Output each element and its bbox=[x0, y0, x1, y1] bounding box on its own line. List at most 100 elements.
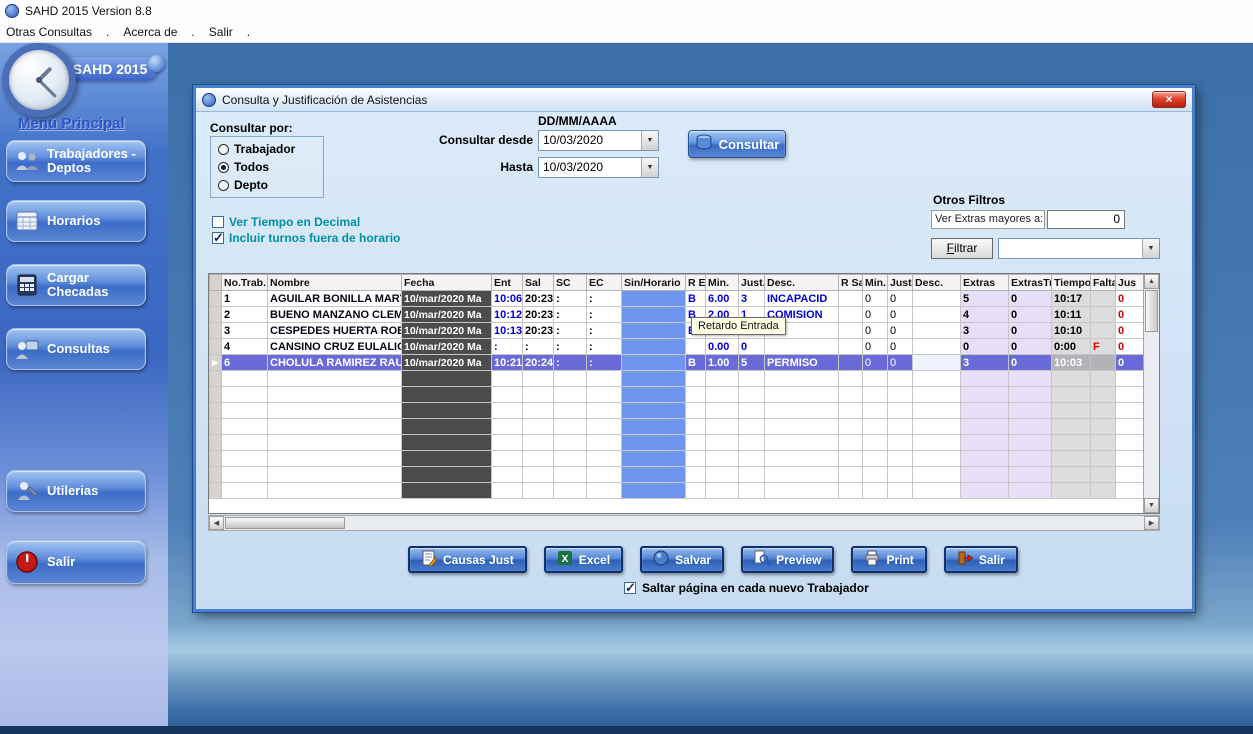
grid-cell[interactable]: 0.00 bbox=[706, 339, 739, 355]
menu-salir[interactable]: Salir bbox=[209, 25, 233, 39]
grid-column-header[interactable]: Min. bbox=[706, 275, 739, 291]
grid-cell[interactable]: B bbox=[686, 355, 706, 371]
sidebar-item-salir[interactable]: Salir bbox=[6, 540, 146, 584]
menu-otras-consultas[interactable]: Otras Consultas bbox=[6, 25, 92, 39]
row-selector[interactable] bbox=[210, 339, 222, 355]
checkbox-incluir-turnos[interactable]: Incluir turnos fuera de horario bbox=[212, 231, 400, 245]
grid-cell[interactable] bbox=[686, 339, 706, 355]
scroll-left-icon[interactable]: ◀ bbox=[209, 516, 224, 530]
grid-cell[interactable]: : bbox=[554, 291, 587, 307]
grid-cell[interactable]: AGUILAR BONILLA MARY bbox=[268, 291, 402, 307]
grid-cell[interactable]: 5 bbox=[739, 355, 765, 371]
grid-cell[interactable] bbox=[1091, 307, 1116, 323]
grid-cell[interactable]: : bbox=[523, 339, 554, 355]
grid-column-header[interactable]: Min. bbox=[863, 275, 888, 291]
grid-cell[interactable]: 0 bbox=[1009, 355, 1052, 371]
sidebar-item-cargar-checadas[interactable]: Cargar Checadas bbox=[6, 264, 146, 306]
grid-cell[interactable]: 20:23 bbox=[523, 291, 554, 307]
checkbox-ver-tiempo-decimal[interactable]: Ver Tiempo en Decimal bbox=[212, 215, 360, 229]
grid-cell[interactable]: CHOLULA RAMIREZ RAU bbox=[268, 355, 402, 371]
grid-cell[interactable]: B bbox=[686, 291, 706, 307]
chevron-down-icon[interactable]: ▼ bbox=[641, 131, 658, 150]
causas-just-button[interactable]: Causas Just bbox=[408, 546, 527, 573]
extras-mayores-input[interactable]: 0 bbox=[1047, 210, 1125, 229]
grid-cell[interactable]: 0 bbox=[1116, 307, 1146, 323]
sidebar-item-trabajadores[interactable]: Trabajadores - Deptos bbox=[6, 140, 146, 182]
grid-cell[interactable]: 10:03 bbox=[1052, 355, 1091, 371]
grid-cell[interactable]: 4 bbox=[222, 339, 268, 355]
grid-cell[interactable]: 10:13 bbox=[492, 323, 523, 339]
grid-cell[interactable]: : bbox=[587, 323, 622, 339]
grid-cell[interactable]: 10/mar/2020 Ma bbox=[402, 339, 492, 355]
grid-cell[interactable]: : bbox=[492, 339, 523, 355]
grid-cell[interactable]: : bbox=[554, 339, 587, 355]
grid-cell[interactable] bbox=[839, 307, 863, 323]
horizontal-scroll-thumb[interactable] bbox=[225, 517, 345, 529]
grid-cell[interactable]: : bbox=[587, 339, 622, 355]
grid-column-header[interactable]: EC bbox=[587, 275, 622, 291]
grid-cell[interactable]: 0 bbox=[863, 339, 888, 355]
grid-cell[interactable]: 0 bbox=[888, 355, 913, 371]
checkbox-saltar-pagina[interactable]: Saltar página en cada nuevo Trabajador bbox=[624, 581, 869, 595]
radio-trabajador[interactable]: Trabajador bbox=[218, 142, 316, 156]
grid-cell[interactable]: 0 bbox=[1009, 339, 1052, 355]
grid-cell[interactable]: 10:17 bbox=[1052, 291, 1091, 307]
radio-depto[interactable]: Depto bbox=[218, 178, 316, 192]
scroll-up-icon[interactable]: ▲ bbox=[1144, 274, 1159, 289]
grid-cell[interactable]: 0 bbox=[1116, 291, 1146, 307]
radio-icon[interactable] bbox=[218, 162, 229, 173]
grid-cell[interactable]: 1.00 bbox=[706, 355, 739, 371]
grid-cell[interactable]: 10:12 bbox=[492, 307, 523, 323]
grid-vertical-scrollbar[interactable]: ▲ ▼ bbox=[1143, 274, 1159, 513]
grid-column-header[interactable]: Jus bbox=[1116, 275, 1146, 291]
grid-cell[interactable] bbox=[622, 323, 686, 339]
grid-cell[interactable]: : bbox=[587, 291, 622, 307]
grid-cell[interactable] bbox=[622, 355, 686, 371]
grid-cell[interactable]: 6 bbox=[222, 355, 268, 371]
grid-cell[interactable] bbox=[622, 307, 686, 323]
grid-cell[interactable]: 0 bbox=[888, 291, 913, 307]
grid-column-header[interactable]: Just bbox=[888, 275, 913, 291]
salvar-button[interactable]: Salvar bbox=[640, 546, 724, 573]
chevron-down-icon[interactable]: ▼ bbox=[1142, 239, 1159, 258]
grid-cell[interactable]: 6.00 bbox=[706, 291, 739, 307]
grid-cell[interactable]: 10:21 bbox=[492, 355, 523, 371]
grid-cell[interactable] bbox=[622, 291, 686, 307]
grid-cell[interactable] bbox=[839, 323, 863, 339]
excel-button[interactable]: X Excel bbox=[544, 546, 623, 573]
grid-column-header[interactable]: SC bbox=[554, 275, 587, 291]
grid-cell[interactable]: 0 bbox=[1009, 323, 1052, 339]
grid-cell[interactable] bbox=[913, 291, 961, 307]
grid-cell[interactable]: BUENO MANZANO CLEME bbox=[268, 307, 402, 323]
row-selector[interactable] bbox=[210, 323, 222, 339]
grid-cell[interactable]: 10/mar/2020 Ma bbox=[402, 323, 492, 339]
grid-cell[interactable]: PERMISO bbox=[765, 355, 839, 371]
grid-column-header[interactable]: ExtrasTriple bbox=[1009, 275, 1052, 291]
grid-cell[interactable]: 0 bbox=[739, 339, 765, 355]
preview-button[interactable]: Preview bbox=[741, 546, 834, 573]
grid-cell[interactable]: 10:10 bbox=[1052, 323, 1091, 339]
grid-cell[interactable]: 2 bbox=[222, 307, 268, 323]
grid-cell[interactable] bbox=[765, 339, 839, 355]
grid-cell[interactable]: 3 bbox=[739, 291, 765, 307]
grid-cell[interactable] bbox=[1091, 291, 1116, 307]
grid-cell[interactable]: 0 bbox=[1009, 307, 1052, 323]
grid-cell[interactable]: : bbox=[587, 355, 622, 371]
grid-cell[interactable] bbox=[913, 339, 961, 355]
grid-row[interactable]: ▶6CHOLULA RAMIREZ RAU10/mar/2020 Ma10:21… bbox=[210, 355, 1146, 371]
vertical-scroll-thumb[interactable] bbox=[1145, 290, 1158, 332]
grid-row[interactable]: 2BUENO MANZANO CLEME10/mar/2020 Ma10:122… bbox=[210, 307, 1146, 323]
radio-icon[interactable] bbox=[218, 180, 229, 191]
grid-cell[interactable] bbox=[839, 355, 863, 371]
grid-column-header[interactable]: Ent bbox=[492, 275, 523, 291]
grid-horizontal-scrollbar[interactable]: ◀ ▶ bbox=[208, 515, 1160, 531]
grid-cell[interactable] bbox=[913, 355, 961, 371]
grid-cell[interactable]: F bbox=[1091, 339, 1116, 355]
grid-cell[interactable]: 10/mar/2020 Ma bbox=[402, 307, 492, 323]
grid-cell[interactable]: 0 bbox=[863, 291, 888, 307]
grid-cell[interactable]: 0 bbox=[1009, 291, 1052, 307]
row-selector[interactable]: ▶ bbox=[210, 355, 222, 371]
grid-cell[interactable] bbox=[1091, 355, 1116, 371]
grid-column-header[interactable]: Just. bbox=[739, 275, 765, 291]
grid-column-header[interactable]: Fecha bbox=[402, 275, 492, 291]
